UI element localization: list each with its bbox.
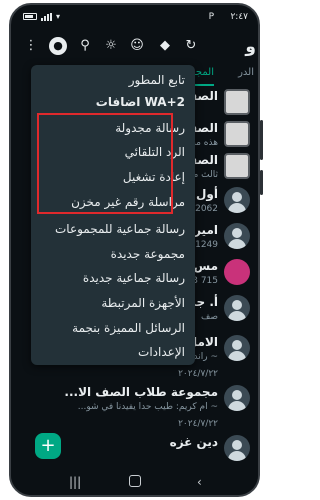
chat-title: دين غزه — [169, 435, 218, 449]
avatar — [224, 223, 250, 249]
chat-date: ٢٠٢٤/٧/٢٢ — [178, 419, 218, 429]
phone-side-button — [260, 120, 263, 160]
avatar-icon[interactable]: ● — [49, 37, 67, 55]
menu-item-linked-devices[interactable]: الأجهزة المرتبطة — [101, 296, 185, 310]
avatar — [224, 121, 250, 147]
recents-icon[interactable]: ||| — [69, 475, 81, 489]
system-icons: ▾ — [23, 12, 60, 21]
wifi-status-icon: ▾ — [56, 12, 61, 21]
menu-item-scheduled-message[interactable]: رسالة مجدولة — [115, 121, 185, 135]
menu-item-new-group[interactable]: مجموعة جديدة — [111, 247, 185, 261]
avatar — [224, 435, 250, 461]
navigation-bar: ||| ‹ — [11, 469, 258, 495]
new-chat-button[interactable]: + — [35, 433, 61, 459]
refresh-icon[interactable]: ↻ — [183, 38, 199, 54]
tab-0[interactable]: الدر — [238, 67, 254, 78]
avatar — [224, 153, 250, 179]
list-item[interactable]: مجموعة طلاب الصف الا... ~ ام كريم: طيب ح… — [11, 383, 258, 429]
menu-item-restart[interactable]: إعادة تشغيل — [123, 170, 185, 184]
signal-icon — [41, 12, 52, 21]
app-title: و — [245, 37, 256, 57]
ghost-icon[interactable]: ☺ — [129, 38, 145, 54]
menu-item-message-unsaved-number[interactable]: مراسلة رقم غير مخزن — [71, 195, 185, 209]
status-bar: ٢:٤٧ P ▾ — [11, 5, 258, 29]
phone-volume-button — [260, 170, 263, 195]
avatar — [224, 89, 250, 115]
search-icon[interactable]: ⚲ — [77, 38, 93, 54]
menu-item-auto-reply[interactable]: الرد التلقائي — [125, 145, 185, 159]
home-icon[interactable] — [129, 475, 141, 487]
menu-item-new-broadcast[interactable]: رسالة جماعية جديدة — [83, 271, 185, 285]
battery-icon — [23, 13, 37, 20]
avatar — [224, 187, 250, 213]
more-vert-icon[interactable]: ⋮ — [23, 38, 39, 54]
menu-item-follow-developer[interactable]: تابع المطور — [129, 73, 185, 87]
menu-item-starred-messages[interactable]: الرسائل المميزة بنجمة — [72, 321, 185, 335]
avatar — [224, 385, 250, 411]
status-time: ٢:٤٧ — [230, 12, 248, 22]
menu-item-wa2-addons[interactable]: WA+2 اضافات — [96, 95, 185, 109]
notification-icon: P — [208, 12, 214, 22]
avatar — [224, 295, 250, 321]
wifi-icon[interactable]: ◆ — [157, 38, 173, 54]
chat-preview: ~ ام كريم: طيب حدا يفيدنا في شو... — [77, 402, 218, 412]
avatar — [224, 335, 250, 361]
menu-item-settings[interactable]: الإعدادات — [138, 345, 185, 359]
chat-title: مجموعة طلاب الصف الا... — [64, 385, 218, 399]
overflow-menu: تابع المطور WA+2 اضافات رسالة مجدولة الر… — [31, 65, 195, 365]
top-app-bar: ⋮ ● ⚲ ☼ ☺ ◆ ↻ — [11, 31, 258, 59]
menu-item-group-broadcast[interactable]: رسالة جماعية للمجموعات — [55, 222, 185, 236]
avatar — [224, 259, 250, 285]
chat-preview: صف — [201, 312, 218, 322]
phone-screen: ٢:٤٧ P ▾ ⋮ ● ⚲ ☼ ☺ ◆ ↻ و الدر المجمو الص… — [9, 3, 260, 497]
chat-date: ٢٠٢٤/٧/٢٢ — [178, 369, 218, 379]
back-icon[interactable]: ‹ — [197, 475, 202, 489]
brightness-icon[interactable]: ☼ — [103, 38, 119, 54]
